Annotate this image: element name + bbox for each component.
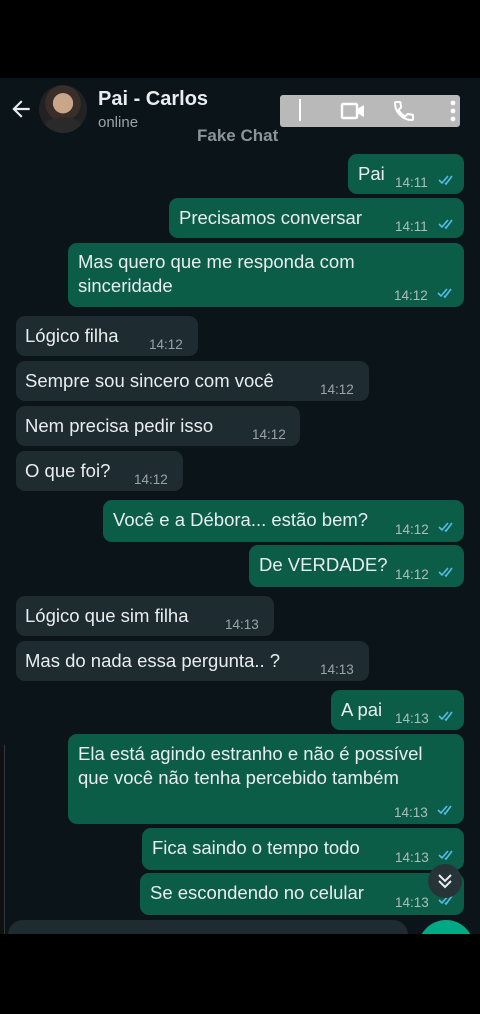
message-bubble[interactable]: Mas do nada essa pergunta.. ? 14:13 <box>16 641 369 681</box>
contact-name[interactable]: Pai - Carlos <box>98 88 208 111</box>
watermark-text: Fake Chat <box>197 126 279 145</box>
back-arrow-icon[interactable] <box>8 96 34 122</box>
message-bubble[interactable]: Sempre sou sincero com você 14:12 <box>16 361 369 401</box>
message-text: Nem precisa pedir isso <box>25 415 214 436</box>
message-time: 14:12 <box>394 288 428 303</box>
header-toolbar <box>280 95 460 127</box>
message-text: Você e a Débora... estão bem? <box>113 509 369 530</box>
message-text: Lógico filha <box>25 325 119 346</box>
read-ticks-icon <box>438 567 453 578</box>
message-bubble[interactable]: Lógico que sim filha 14:13 <box>16 596 274 636</box>
message-bubble[interactable]: Pai 14:11 <box>348 154 464 194</box>
chat-header: Pai - Carlos online Fake Chat <box>0 78 480 145</box>
double-chevron-down-icon <box>438 874 452 889</box>
avatar[interactable] <box>39 85 87 133</box>
message-text: Sempre sou sincero com você <box>25 370 274 391</box>
message-text: O que foi? <box>25 460 111 481</box>
message-bubble[interactable]: Precisamos conversar 14:11 <box>169 198 464 238</box>
message-text: Mas quero que me responda com sinceridad… <box>78 251 355 296</box>
contact-status: online <box>98 114 139 131</box>
message-text: Fica saindo o tempo todo <box>152 837 360 858</box>
read-ticks-icon <box>438 175 453 186</box>
message-time: 14:11 <box>395 175 428 190</box>
side-edge <box>0 745 5 934</box>
message-time: 14:12 <box>149 337 183 352</box>
message-input-field[interactable] <box>8 920 408 934</box>
message-time: 14:12 <box>320 382 354 397</box>
message-time: 14:11 <box>395 219 428 234</box>
message-text: Lógico que sim filha <box>25 605 189 626</box>
message-time: 14:13 <box>395 850 429 865</box>
message-bubble[interactable]: Você e a Débora... estão bem? 14:12 <box>103 500 464 542</box>
read-ticks-icon <box>438 522 453 533</box>
message-time: 14:12 <box>252 427 286 442</box>
message-bubble[interactable]: Mas quero que me responda com sinceridad… <box>68 243 464 307</box>
read-ticks-icon <box>438 850 453 861</box>
message-time: 14:13 <box>395 895 429 910</box>
message-bubble[interactable]: De VERDADE? 14:12 <box>249 545 464 587</box>
read-ticks-icon <box>438 711 453 722</box>
read-ticks-icon <box>438 219 453 230</box>
read-ticks-icon <box>437 805 452 816</box>
message-text: Se escondendo no celular <box>150 882 364 903</box>
message-text: Mas do nada essa pergunta.. ? <box>25 650 281 671</box>
message-time: 14:13 <box>394 805 428 820</box>
message-bubble[interactable]: Se escondendo no celular 14:13 <box>140 873 464 915</box>
voice-call-icon[interactable] <box>392 99 416 123</box>
message-time: 14:13 <box>395 711 429 726</box>
mic-button[interactable] <box>418 920 474 934</box>
video-call-icon[interactable] <box>340 101 366 121</box>
message-text: Precisamos conversar <box>179 207 363 228</box>
message-time: 14:12 <box>395 567 429 582</box>
message-bubble[interactable]: Nem precisa pedir isso 14:12 <box>16 406 300 446</box>
message-time: 14:12 <box>395 522 429 537</box>
message-time: 14:13 <box>320 662 354 677</box>
chat-screen: Pai - Carlos online Fake Chat Pai 14:11 … <box>0 78 480 934</box>
message-text: De VERDADE? <box>259 554 388 575</box>
message-bubble[interactable]: A pai 14:13 <box>331 690 464 730</box>
message-bubble[interactable]: O que foi? 14:12 <box>16 451 183 491</box>
message-text: A pai <box>341 699 383 720</box>
message-bubble[interactable]: Ela está agindo estranho e não é possíve… <box>68 734 464 824</box>
message-text: Pai <box>358 163 385 184</box>
more-options-icon[interactable] <box>450 99 456 123</box>
toolbar-divider <box>299 99 301 121</box>
scroll-to-bottom-button[interactable] <box>428 864 462 898</box>
read-ticks-icon <box>437 288 452 299</box>
message-time: 14:13 <box>225 617 259 632</box>
message-time: 14:12 <box>134 472 168 487</box>
message-bubble[interactable]: Fica saindo o tempo todo 14:13 <box>142 828 464 870</box>
message-text: Ela está agindo estranho e não é possíve… <box>78 743 423 788</box>
message-bubble[interactable]: Lógico filha 14:12 <box>16 316 198 356</box>
